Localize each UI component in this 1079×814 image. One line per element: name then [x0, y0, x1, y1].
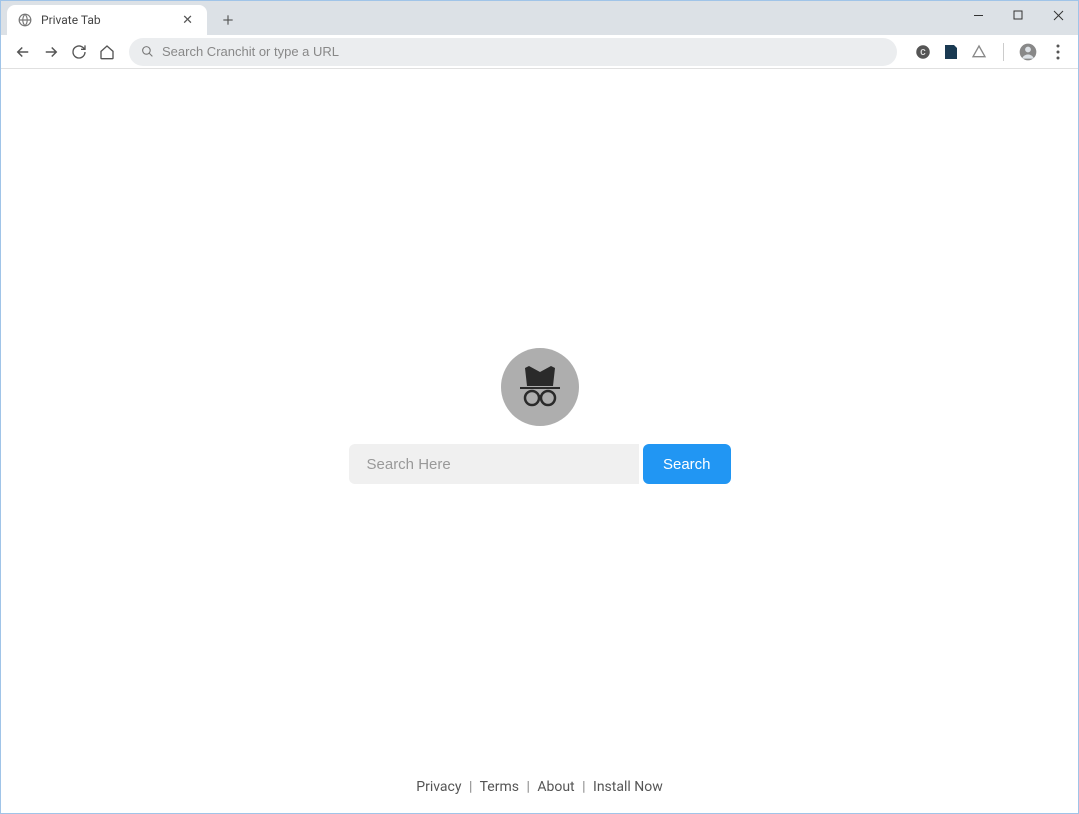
svg-text:C: C [920, 48, 926, 58]
tab-title: Private Tab [41, 13, 178, 27]
footer-separator: | [582, 779, 585, 795]
profile-icon[interactable] [1018, 42, 1038, 62]
search-input[interactable] [349, 444, 639, 484]
menu-button[interactable] [1046, 44, 1070, 60]
footer-about-link[interactable]: About [537, 779, 574, 795]
footer-separator: | [469, 779, 472, 795]
extension-3-icon[interactable] [969, 42, 989, 62]
extension-1-icon[interactable]: C [913, 42, 933, 62]
close-tab-button[interactable]: ✕ [178, 13, 197, 28]
search-button[interactable]: Search [643, 444, 731, 484]
footer-separator: | [526, 779, 529, 795]
footer-terms-link[interactable]: Terms [480, 779, 519, 795]
address-input[interactable] [162, 44, 885, 59]
extension-icons: C [905, 42, 1070, 62]
address-bar[interactable] [129, 38, 897, 66]
minimize-button[interactable] [958, 1, 998, 29]
forward-button[interactable] [37, 38, 65, 66]
reload-button[interactable] [65, 38, 93, 66]
window-controls [958, 1, 1078, 29]
search-icon [141, 45, 154, 58]
extension-2-icon[interactable] [941, 42, 961, 62]
maximize-button[interactable] [998, 1, 1038, 29]
back-button[interactable] [9, 38, 37, 66]
footer-privacy-link[interactable]: Privacy [416, 779, 461, 795]
browser-tab[interactable]: Private Tab ✕ [7, 5, 207, 35]
incognito-icon [501, 348, 579, 426]
page-content: Search Privacy | Terms | About | Install… [1, 69, 1078, 813]
globe-icon [17, 12, 33, 28]
footer-install-link[interactable]: Install Now [593, 779, 663, 795]
new-tab-button[interactable] [215, 7, 241, 33]
titlebar: Private Tab ✕ [1, 1, 1078, 35]
footer-links: Privacy | Terms | About | Install Now [1, 779, 1078, 795]
close-window-button[interactable] [1038, 1, 1078, 29]
browser-toolbar: C [1, 35, 1078, 69]
toolbar-divider [1003, 43, 1004, 61]
search-group: Search [349, 444, 731, 484]
home-button[interactable] [93, 38, 121, 66]
